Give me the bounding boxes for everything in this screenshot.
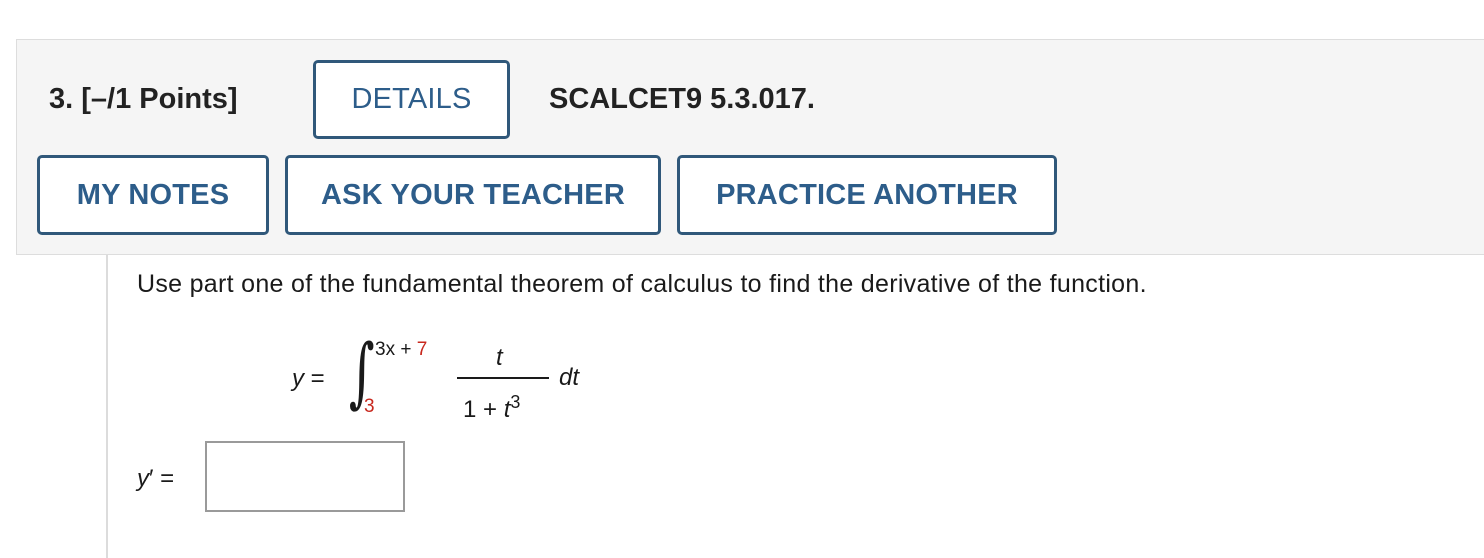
upper-limit: 3x + 7 (375, 340, 427, 359)
denominator-exponent: 3 (510, 392, 521, 412)
problem-prompt: Use part one of the fundamental theorem … (137, 270, 1147, 298)
ask-teacher-button[interactable]: ASK YOUR TEACHER (285, 155, 661, 235)
problem-reference: SCALCET9 5.3.017. (549, 83, 815, 115)
content-divider (106, 255, 108, 558)
my-notes-button[interactable]: MY NOTES (37, 155, 269, 235)
fraction-bar (457, 377, 549, 379)
fraction-denominator: 1 + t3 (463, 393, 520, 422)
practice-another-button[interactable]: PRACTICE ANOTHER (677, 155, 1057, 235)
lhs-variable: y (292, 365, 304, 392)
answer-label: y′ = (137, 467, 174, 491)
lower-limit: 3 (364, 396, 375, 417)
lhs-equals: = (310, 365, 325, 392)
upper-limit-expression: 3x + (375, 339, 417, 360)
points-label: [–/1 Points] (81, 83, 238, 115)
fraction-numerator: t (496, 344, 503, 371)
question-number: 3. (49, 83, 74, 115)
answer-input[interactable] (205, 441, 405, 512)
denominator-base: 1 + (463, 396, 504, 423)
question-points: 3. [–/1 Points] (49, 81, 238, 117)
upper-limit-highlight: 7 (416, 339, 428, 360)
details-button[interactable]: DETAILS (313, 60, 510, 139)
answer-label-var: y (137, 465, 149, 492)
differential: dt (559, 364, 580, 391)
answer-label-equals: = (153, 465, 175, 492)
function-lhs: y = (292, 367, 325, 391)
